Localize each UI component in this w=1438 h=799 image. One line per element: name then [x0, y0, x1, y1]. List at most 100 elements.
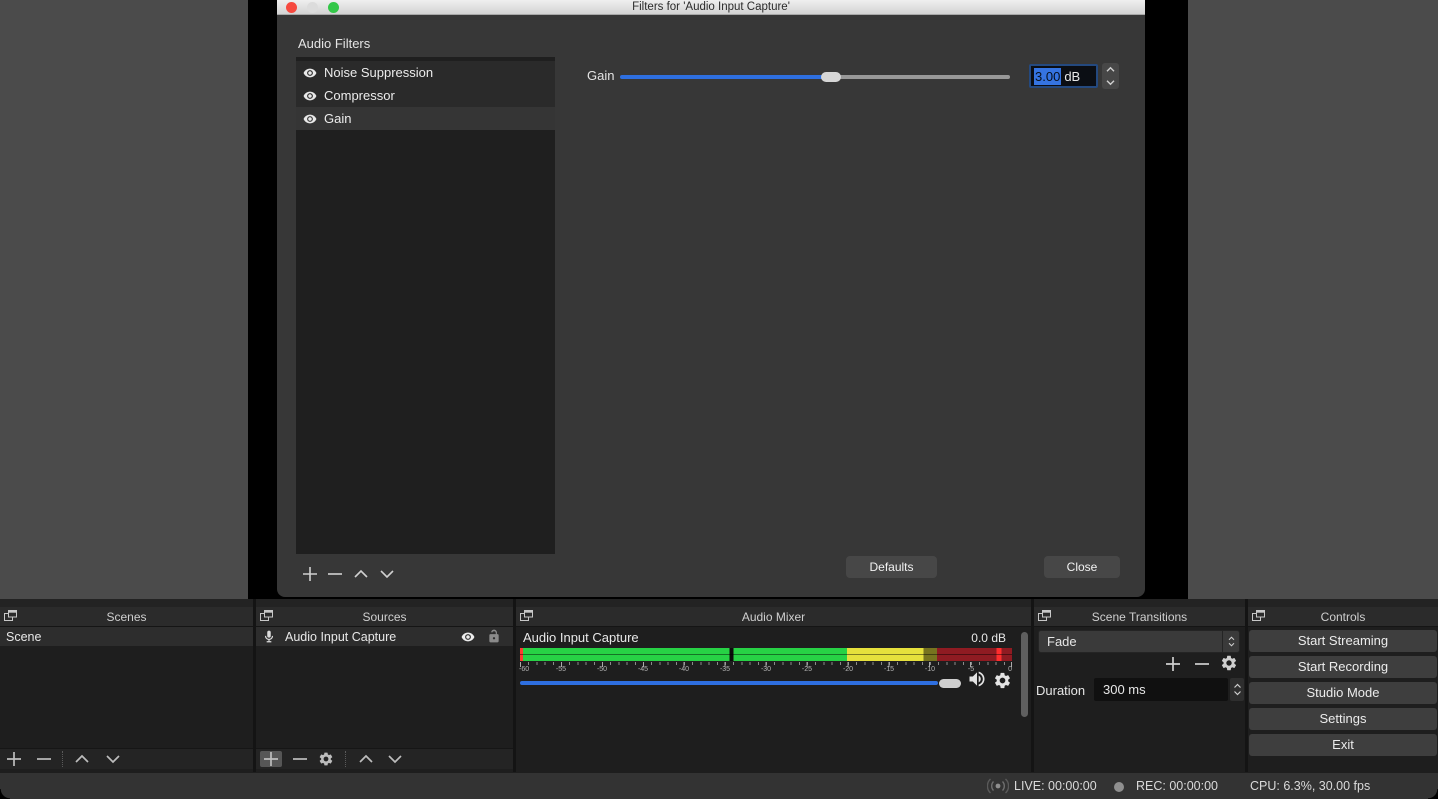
sources-title: Sources: [362, 610, 407, 624]
source-lock-open-icon[interactable]: [487, 629, 501, 644]
audio-mixer-panel: Audio Mixer Audio Input Capture 0.0 dB -…: [516, 607, 1031, 772]
start-recording-button[interactable]: Start Recording: [1249, 656, 1437, 678]
scene-transitions-title: Scene Transitions: [1091, 610, 1188, 624]
spin-up-button[interactable]: [1102, 63, 1119, 76]
add-transition-button[interactable]: [1164, 655, 1182, 678]
scene-transitions-panel: Scene Transitions Fade Duration 300 ms: [1034, 607, 1245, 772]
duration-label: Duration: [1036, 683, 1086, 698]
window-corner: [1428, 789, 1438, 799]
remove-scene-button[interactable]: [36, 751, 52, 767]
sources-toolbar: [256, 748, 513, 769]
gain-slider[interactable]: [620, 71, 1010, 83]
live-time: LIVE: 00:00:00: [1014, 779, 1097, 793]
gain-slider-handle[interactable]: [820, 72, 841, 82]
move-filter-up-button[interactable]: [353, 566, 369, 587]
filter-row-compressor[interactable]: Compressor: [296, 84, 555, 107]
scene-list-item[interactable]: Scene: [0, 627, 253, 646]
source-visibility-eye-icon[interactable]: [460, 630, 476, 644]
gain-value-spinner[interactable]: [1102, 63, 1119, 89]
rec-dot-icon: [1114, 782, 1124, 792]
start-streaming-button[interactable]: Start Streaming: [1249, 630, 1437, 652]
settings-button[interactable]: Settings: [1249, 708, 1437, 730]
filter-row-noise-suppression[interactable]: Noise Suppression: [296, 61, 555, 84]
mixer-channel-name: Audio Input Capture: [523, 630, 639, 645]
add-source-button[interactable]: [260, 751, 282, 767]
gain-value-input[interactable]: 3.00 dB: [1029, 64, 1098, 88]
gain-slider-fill: [620, 75, 831, 79]
mixer-scrollbar[interactable]: [1021, 632, 1028, 717]
cpu-fps-stats: CPU: 6.3%, 30.00 fps: [1250, 779, 1371, 793]
toolbar-separator: [345, 751, 346, 767]
scenes-panel: Scenes Scene: [0, 607, 253, 772]
source-up-button[interactable]: [358, 751, 374, 767]
obs-window: Filters for 'Audio Input Capture' Audio …: [0, 0, 1438, 799]
volume-slider-fill: [520, 681, 938, 685]
defaults-button[interactable]: Defaults: [846, 556, 937, 578]
eye-icon[interactable]: [303, 89, 317, 103]
duration-spinner[interactable]: [1230, 678, 1244, 701]
filter-row-gain[interactable]: Gain: [296, 107, 555, 130]
mixer-level-value: 0.0 dB: [971, 631, 1006, 645]
source-properties-gear-icon[interactable]: [318, 751, 334, 767]
filter-list[interactable]: Noise Suppression Compressor Gain: [296, 57, 555, 554]
close-button[interactable]: Close: [1044, 556, 1120, 578]
scene-transitions-header[interactable]: Scene Transitions: [1034, 607, 1245, 627]
exit-button[interactable]: Exit: [1249, 734, 1437, 756]
transition-properties-gear-icon[interactable]: [1220, 654, 1238, 677]
spin-down-button[interactable]: [1102, 76, 1119, 89]
live-broadcast-icon: [987, 778, 1009, 794]
source-name: Audio Input Capture: [285, 629, 397, 644]
add-filter-button[interactable]: [302, 566, 318, 587]
filter-name: Compressor: [324, 88, 395, 103]
controls-title: Controls: [1320, 610, 1366, 624]
dock-area: Scenes Scene Sources Audio Input Capture: [0, 599, 1438, 772]
filters-dialog: Filters for 'Audio Input Capture' Audio …: [277, 0, 1145, 597]
audio-filters-label: Audio Filters: [298, 36, 371, 51]
rec-time: REC: 00:00:00: [1136, 779, 1218, 793]
eye-icon[interactable]: [303, 112, 317, 126]
filter-name: Gain: [324, 111, 352, 126]
audio-mixer-header[interactable]: Audio Mixer: [516, 607, 1031, 627]
volume-meter: [520, 648, 1012, 661]
window-corner: [0, 789, 10, 799]
scene-name: Scene: [6, 629, 42, 644]
controls-header[interactable]: Controls: [1248, 607, 1438, 627]
move-filter-down-button[interactable]: [379, 566, 395, 587]
speaker-mute-icon[interactable]: [966, 669, 988, 689]
scene-up-button[interactable]: [74, 751, 90, 767]
scene-down-button[interactable]: [105, 751, 121, 767]
remove-transition-button[interactable]: [1193, 655, 1211, 678]
transition-selected-value: Fade: [1047, 634, 1077, 649]
transition-select-arrows[interactable]: [1222, 631, 1239, 652]
remove-source-button[interactable]: [292, 751, 308, 767]
dialog-title: Filters for 'Audio Input Capture': [632, 1, 790, 13]
sources-header[interactable]: Sources: [256, 607, 513, 627]
scenes-title: Scenes: [106, 610, 147, 624]
controls-panel: Controls Start Streaming Start Recording…: [1248, 607, 1438, 772]
status-bar: LIVE: 00:00:00 REC: 00:00:00 CPU: 6.3%, …: [0, 772, 1438, 799]
gain-slider-track: [830, 75, 1010, 79]
microphone-icon: [264, 630, 274, 643]
source-list-item[interactable]: Audio Input Capture: [256, 627, 513, 646]
studio-mode-button[interactable]: Studio Mode: [1249, 682, 1437, 704]
remove-filter-button[interactable]: [327, 566, 343, 587]
gain-unit-label: dB: [1064, 68, 1081, 84]
sources-panel: Sources Audio Input Capture: [256, 607, 513, 772]
dialog-titlebar[interactable]: Filters for 'Audio Input Capture': [277, 0, 1145, 15]
audio-mixer-title: Audio Mixer: [741, 610, 806, 624]
source-down-button[interactable]: [387, 751, 403, 767]
toolbar-separator: [62, 751, 63, 767]
volume-slider-handle[interactable]: [939, 679, 961, 688]
gain-slider-label: Gain: [587, 68, 615, 83]
eye-icon[interactable]: [303, 66, 317, 80]
scenes-header[interactable]: Scenes: [0, 607, 253, 627]
add-scene-button[interactable]: [6, 751, 22, 767]
mixer-settings-gear-icon[interactable]: [993, 671, 1012, 690]
transition-select[interactable]: Fade: [1038, 630, 1240, 653]
scenes-toolbar: [0, 748, 253, 769]
gain-value-selected-text: 3.00: [1034, 67, 1062, 85]
meter-scale-labels: -60 -55 -50 -45 -40 -35 -30 -25 -20 -15 …: [519, 666, 1012, 673]
filter-name: Noise Suppression: [324, 65, 434, 80]
duration-input[interactable]: 300 ms: [1094, 678, 1228, 701]
volume-slider[interactable]: [520, 677, 964, 689]
